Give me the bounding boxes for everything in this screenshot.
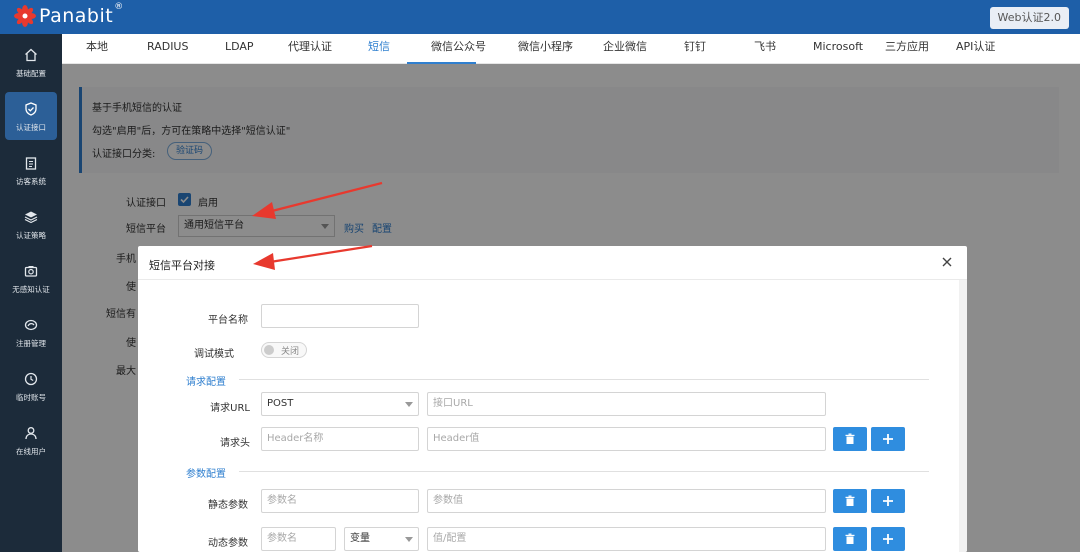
annotation-arrows	[252, 181, 383, 270]
arrow-to-dialog-title-icon	[253, 244, 373, 270]
arrow-to-sms-platform-icon	[252, 181, 383, 219]
